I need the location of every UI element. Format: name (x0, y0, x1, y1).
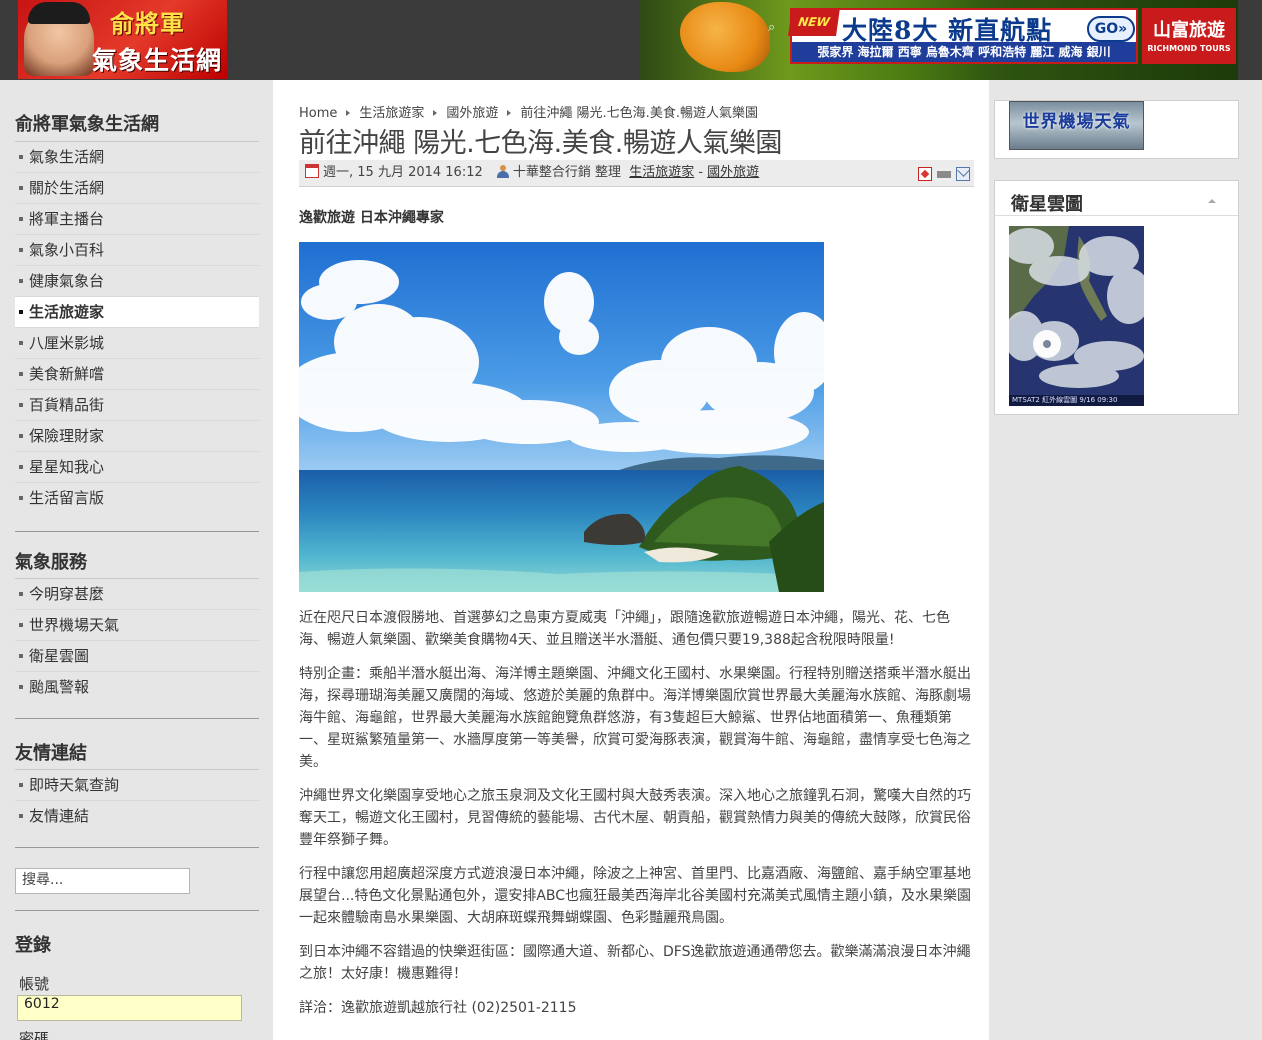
login-title: 登錄 (15, 935, 51, 956)
sidebar-main-item[interactable]: 氣象小百科 (15, 235, 259, 266)
left-sidebar: 俞將軍氣象生活網 氣象生活網 關於生活網 將軍主播台 氣象小百科 健康氣象台 生活旅遊家八… (0, 80, 273, 1040)
divider (995, 215, 1238, 216)
ad-cities: 張家界 海拉爾 西寧 烏魯木齊 呼和浩特 麗江 威海 銀川 (792, 42, 1136, 62)
ad-brand-english: RICHMOND TOURS (1147, 44, 1231, 53)
ad-go-button[interactable]: GO» (1087, 16, 1135, 42)
sidebar-main-item[interactable]: 生活旅遊家 (15, 297, 259, 328)
breadcrumb-arrow-icon (433, 110, 438, 116)
airport-weather-banner[interactable]: 世界機場天氣 (1009, 101, 1144, 150)
sidebar-main-item[interactable]: 保險理財家 (15, 421, 259, 452)
beach-photo-svg (299, 242, 824, 592)
breadcrumb-arrow-icon (507, 110, 512, 116)
links-title: 友情連結 (15, 743, 87, 764)
password-label: 密碼 (19, 1030, 50, 1040)
main-menu: 氣象生活網 關於生活網 將軍主播台 氣象小百科 健康氣象台 生活旅遊家 八厘米影城 美食新鮮嚐… (15, 141, 259, 514)
search-input[interactable]: 搜尋... (15, 868, 190, 894)
flight-ad[interactable]: NEW 大陸8大 新直航點 GO» 張家界 海拉爾 西寧 烏魯木齊 呼和浩特 麗… (788, 8, 1138, 64)
main-content: Home 生活旅遊家 國外旅遊 前往沖繩 陽光.七色海.美食.暢遊人氣樂園 前往沖繩 … (273, 80, 989, 1040)
sidebar-main-item[interactable]: 美食新鮮嚐 (15, 359, 259, 390)
divider (15, 847, 259, 848)
sidebar-weather-item[interactable]: 颱風警報 (15, 672, 259, 703)
page-title: 前往沖繩 陽光.七色海.美食.暢遊人氣樂園 (299, 128, 782, 159)
sidebar-weather-item[interactable]: 衛星雲圖 (15, 641, 259, 672)
article-paragraph: 到日本沖繩不容錯過的快樂逛街區：國際通大道、新都心、DFS逸歡旅遊通通帶您去。歡… (299, 944, 971, 982)
article-paragraph: 特別企畫：乘船半潛水艇出海、海洋博主題樂園、沖繩文化王國村、水果樂園。行程特別贈… (299, 666, 971, 770)
links-menu: 即時天氣查詢 友情連結 (15, 769, 259, 832)
breadcrumb: Home 生活旅遊家 國外旅遊 前往沖繩 陽光.七色海.美食.暢遊人氣樂園 (299, 102, 758, 121)
breadcrumb-current: 前往沖繩 陽光.七色海.美食.暢遊人氣樂園 (520, 106, 758, 121)
calendar-icon (305, 164, 319, 178)
site-logo[interactable]: 俞將軍 氣象生活網 (18, 0, 227, 79)
frog-image (680, 2, 770, 72)
right-sidebar: 世界機場天氣 衛星雲圖 MTSAT2 紅外線雲圖 9/16 09:30 (989, 80, 1262, 1040)
article-contact: 詳洽：逸歡旅遊凱越旅行社 (02)2501-2115 (299, 1000, 577, 1016)
logo-line2: 氣象生活網 (92, 46, 223, 75)
airport-weather-module: 世界機場天氣 (994, 100, 1239, 159)
print-icon[interactable] (937, 167, 951, 181)
magnifier-icon: ⌕ (768, 20, 776, 35)
breadcrumb-overseas[interactable]: 國外旅遊 (446, 106, 498, 121)
category-link[interactable]: 生活旅遊家 (629, 165, 694, 180)
category-separator: - (694, 165, 708, 180)
sidebar-main-item[interactable]: 將軍主播台 (15, 204, 259, 235)
divider (15, 531, 259, 532)
sidebar-main-item[interactable]: 健康氣象台 (15, 266, 259, 297)
satellite-map-svg (1009, 226, 1144, 395)
sidebar-weather-item[interactable]: 世界機場天氣 (15, 610, 259, 641)
sidebar-weather-item[interactable]: 今明穿甚麼 (15, 579, 259, 610)
weather-services-menu: 今明穿甚麼 世界機場天氣 衛星雲圖 颱風警報 (15, 578, 259, 703)
article-date: 週一, 15 九月 2014 16:12 (323, 165, 483, 180)
breadcrumb-travel[interactable]: 生活旅遊家 (359, 106, 424, 121)
advertisement-banner[interactable]: ⌕ NEW 大陸8大 新直航點 GO» 張家界 海拉爾 西寧 烏魯木齊 呼和浩特… (640, 0, 1238, 80)
weather-services-title: 氣象服務 (15, 552, 87, 573)
username-label: 帳號 (19, 975, 50, 993)
sidebar-main-item[interactable]: 生活留言版 (15, 483, 259, 514)
main-menu-title: 俞將軍氣象生活網 (15, 114, 159, 135)
satellite-module: 衛星雲圖 MTSAT2 紅外線雲圖 9/16 09:30 (994, 180, 1239, 415)
page: 俞將軍 氣象生活網 ⌕ NEW 大陸8大 新直航點 GO» 張家界 海拉爾 西寧… (0, 0, 1262, 1040)
article-paragraph: 行程中讓您用超廣超深度方式遊浪漫日本沖繩，除波之上神宮、首里門、比嘉酒廠、海鹽館… (299, 866, 972, 926)
subcategory-link[interactable]: 國外旅遊 (707, 165, 759, 180)
article-info-bar: 週一, 15 九月 2014 16:12 十華整合行銷 整理 生活旅遊家 - 國… (299, 160, 974, 187)
satellite-caption: MTSAT2 紅外線雲圖 9/16 09:30 (1009, 395, 1144, 406)
user-icon (496, 165, 509, 178)
username-field[interactable]: 6012 (17, 995, 242, 1021)
site-header: 俞將軍 氣象生活網 ⌕ NEW 大陸8大 新直航點 GO» 張家界 海拉爾 西寧… (0, 0, 1262, 80)
sidebar-main-item[interactable]: 百貨精品街 (15, 390, 259, 421)
breadcrumb-home[interactable]: Home (299, 106, 337, 121)
breadcrumb-arrow-icon (346, 110, 351, 116)
email-icon[interactable] (956, 167, 970, 181)
ad-brand-logo: 山富旅遊 RICHMOND TOURS (1142, 8, 1236, 64)
sidebar-main-item[interactable]: 關於生活網 (15, 173, 259, 204)
article-paragraph: 近在咫尺日本渡假勝地、首選夢幻之島東方夏威夷「沖繩」，跟隨逸歡旅遊暢遊日本沖繩，… (299, 610, 950, 648)
divider (15, 718, 259, 719)
sidebar-main-item[interactable]: 八厘米影城 (15, 328, 259, 359)
article-paragraph: 沖繩世界文化樂園享受地心之旅玉泉洞及文化王國村與大鼓秀表演。深入地心之旅鐘乳石洞… (299, 788, 971, 848)
article-body: 近在咫尺日本渡假勝地、首選夢幻之島東方夏威夷「沖繩」，跟隨逸歡旅遊暢遊日本沖繩，… (299, 607, 977, 1031)
ad-brand-name: 山富旅遊 (1153, 20, 1225, 41)
divider (15, 910, 259, 911)
satellite-title: 衛星雲圖 (1011, 194, 1083, 215)
sidebar-main-item[interactable]: 氣象生活網 (15, 142, 259, 173)
article-subtitle: 逸歡旅遊 日本沖繩專家 (299, 210, 444, 226)
host-portrait-hair (28, 2, 90, 24)
article-author: 十華整合行銷 整理 (512, 165, 622, 180)
okinawa-beach-photo (299, 242, 824, 592)
pdf-icon[interactable] (918, 167, 932, 181)
collapse-arrow-icon[interactable] (1208, 199, 1216, 203)
sidebar-links-item[interactable]: 即時天氣查詢 (15, 770, 259, 801)
sidebar-main-item[interactable]: 星星知我心 (15, 452, 259, 483)
new-badge: NEW (788, 8, 840, 36)
article-tools (913, 165, 970, 191)
satellite-image[interactable]: MTSAT2 紅外線雲圖 9/16 09:30 (1009, 226, 1144, 406)
logo-line1: 俞將軍 (110, 10, 185, 38)
sidebar-links-item[interactable]: 友情連結 (15, 801, 259, 832)
